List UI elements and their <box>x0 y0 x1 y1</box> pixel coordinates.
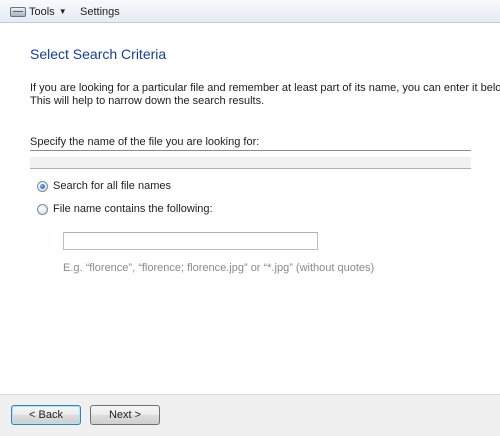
page-title: Select Search Criteria <box>30 46 167 62</box>
intro-line-2: This will help to narrow down the search… <box>30 95 265 107</box>
chevron-down-icon: ▼ <box>58 7 67 16</box>
next-button[interactable]: Next > <box>90 405 160 425</box>
settings-menu[interactable]: Settings <box>80 4 120 19</box>
wizard-footer: < Back Next > <box>0 394 500 436</box>
radio-button-unselected[interactable] <box>37 203 48 215</box>
section-divider <box>30 150 471 151</box>
radio-all-file-names[interactable]: Search for all file names <box>37 180 171 192</box>
intro-text: If you are looking for a particular file… <box>30 82 500 108</box>
tools-menu-label: Tools <box>29 5 55 18</box>
radio-name-contains[interactable]: File name contains the following: <box>37 203 213 215</box>
tools-menu[interactable]: Tools ▼ <box>10 4 67 19</box>
menu-bar: Tools ▼ Settings <box>0 0 500 23</box>
tools-icon <box>10 6 26 17</box>
settings-menu-label: Settings <box>80 5 120 18</box>
wizard-content: Select Search Criteria If you are lookin… <box>0 23 500 394</box>
radio-button-selected[interactable] <box>37 180 48 192</box>
specify-label: Specify the name of the file you are loo… <box>30 136 260 148</box>
radio-name-contains-label: File name contains the following: <box>53 203 213 215</box>
back-button[interactable]: < Back <box>11 405 81 425</box>
file-name-contains-input[interactable] <box>63 232 318 250</box>
file-name-strip <box>30 157 471 169</box>
intro-line-1: If you are looking for a particular file… <box>30 82 500 94</box>
radio-all-file-names-label: Search for all file names <box>53 180 171 192</box>
example-hint: E.g. “florence”, “florence; florence.jpg… <box>63 262 375 274</box>
